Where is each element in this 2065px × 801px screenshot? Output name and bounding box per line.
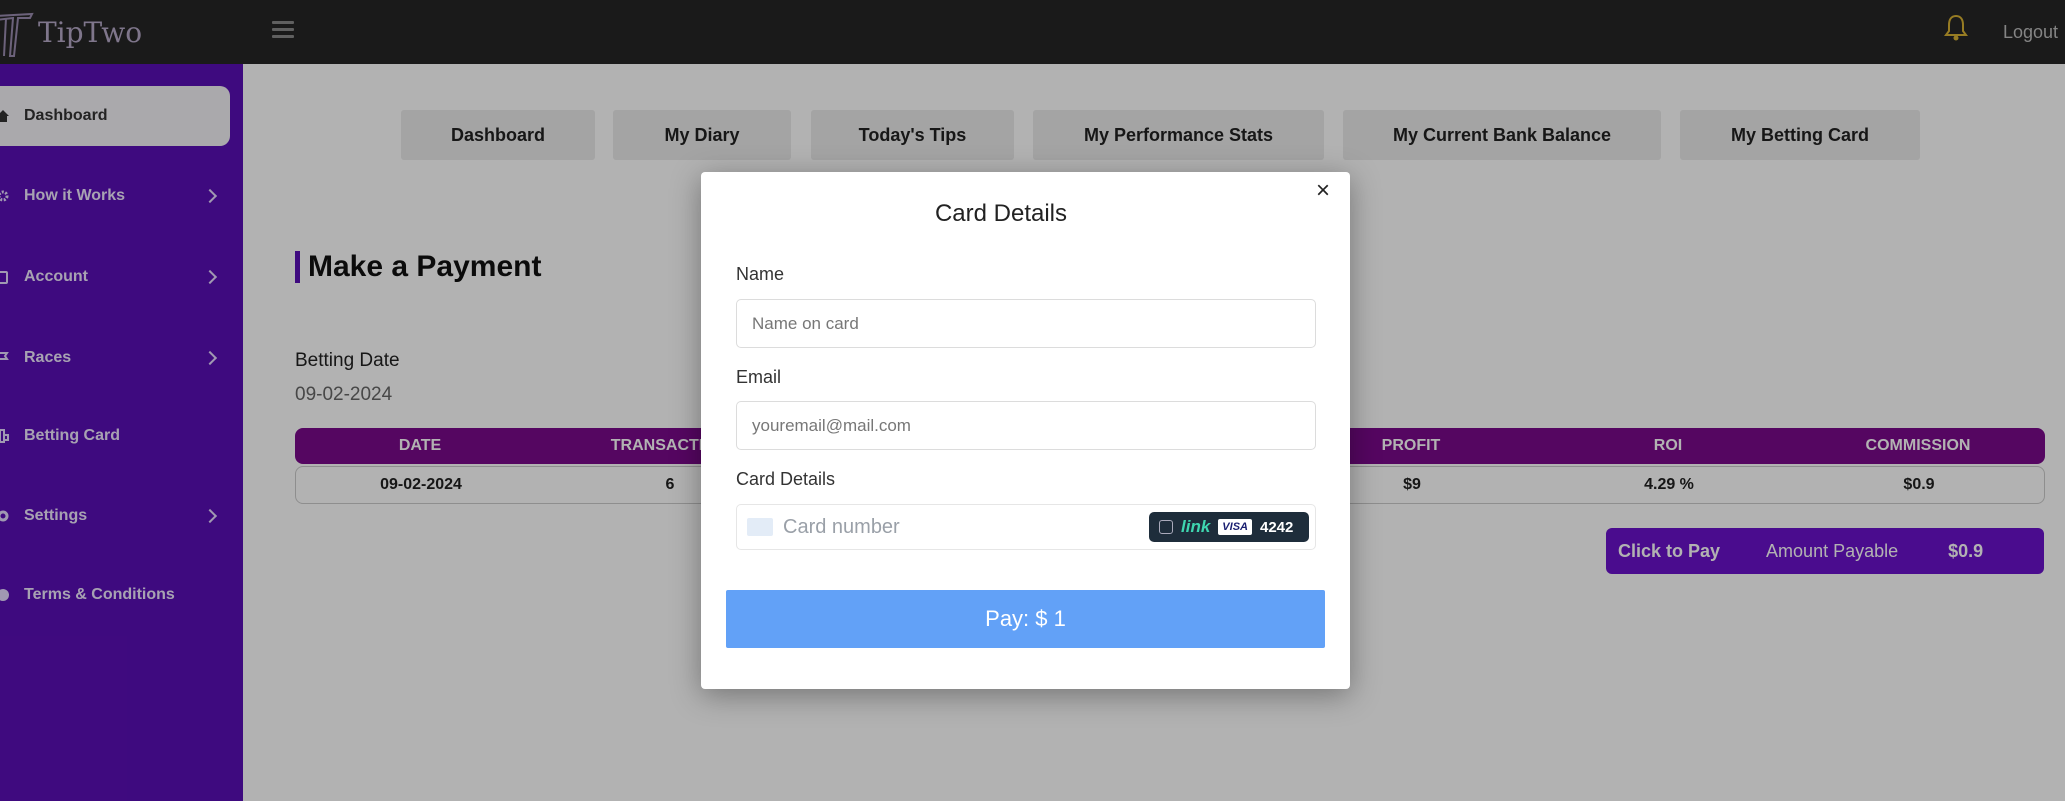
card-number-field[interactable]: Card number link VISA 4242 xyxy=(736,504,1316,550)
name-on-card-input[interactable] xyxy=(736,299,1316,348)
link-autofill-badge[interactable]: link VISA 4242 xyxy=(1149,512,1309,542)
card-last4: 4242 xyxy=(1259,518,1294,536)
email-field[interactable] xyxy=(736,401,1316,450)
modal-title: Card Details xyxy=(934,200,1068,227)
credit-card-icon xyxy=(747,518,773,536)
card-details-label: Card Details xyxy=(736,469,836,489)
visa-icon: VISA xyxy=(1218,519,1252,535)
email-label: Email xyxy=(736,367,782,387)
close-icon[interactable]: × xyxy=(1310,178,1336,204)
link-logo: link xyxy=(1181,517,1211,536)
pay-button[interactable]: Pay: $ 1 xyxy=(726,590,1325,648)
card-details-modal: × Card Details Name Email Card Details C… xyxy=(701,172,1350,689)
card-number-placeholder: Card number xyxy=(783,516,900,538)
link-checkbox[interactable] xyxy=(1159,520,1173,534)
name-label: Name xyxy=(736,264,785,284)
